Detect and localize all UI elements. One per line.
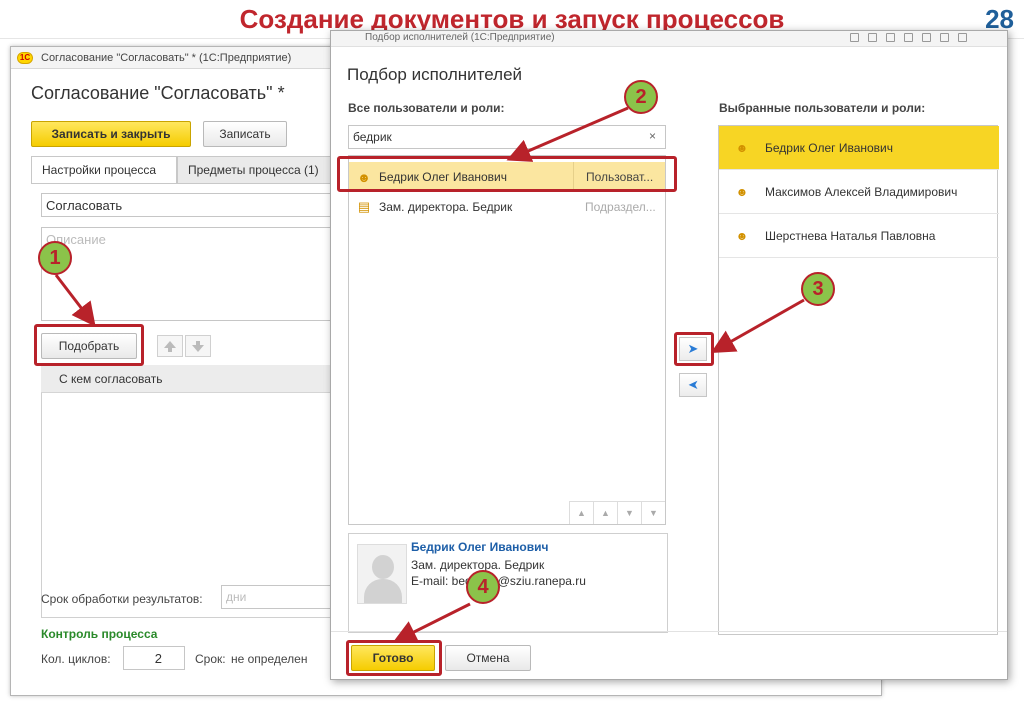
list-scroll-controls: ▲ ▲ ▼ ▼ [569,501,665,524]
dialog-caption: Подбор исполнителей (1С:Предприятие) [331,31,1007,47]
list-item-name: Бедрик Олег Иванович [379,170,508,184]
move-down-button[interactable] [185,335,211,357]
list-item[interactable]: ☻ Максимов Алексей Владимирович [719,170,999,214]
control-section-title: Контроль процесса [41,627,158,641]
list-item[interactable]: ☻ Шерстнева Наталья Павловна [719,214,999,258]
process-name-field[interactable]: Согласовать [41,193,331,217]
step-marker-3: 3 [801,272,835,306]
scroll-up-icon[interactable]: ▲ [593,502,617,524]
scroll-down-icon[interactable]: ▼ [617,502,641,524]
list-item-name: Зам. директора. Бедрик [379,200,513,214]
deadline-field[interactable]: дни [221,585,331,609]
list-item[interactable]: ☻ Бедрик Олег Иванович [719,126,999,170]
list-item-type: Подраздел... [585,200,656,214]
approvers-table-header[interactable]: С кем согласовать [41,365,331,393]
close-icon[interactable] [958,33,967,42]
maximize-icon[interactable] [940,33,949,42]
cancel-button[interactable]: Отмена [445,645,531,671]
tab-process-subjects[interactable]: Предметы процесса (1) [177,156,331,184]
arrow-up-icon [164,341,176,352]
scroll-top-icon[interactable]: ▲ [569,502,593,524]
arrow-down-icon [192,341,204,352]
all-users-list[interactable]: ☻ Бедрик Олег Иванович Пользоват... ▤ За… [348,155,666,525]
folder-icon: ▤ [357,199,371,214]
all-users-label: Все пользователи и роли: [348,101,505,115]
step-marker-2: 2 [624,80,658,114]
caption-buttons [850,33,967,42]
description-field[interactable]: Описание [41,227,331,321]
move-up-button[interactable] [157,335,183,357]
arrow-right-icon: ➤ [687,341,699,356]
dialog-footer-divider [331,631,1007,632]
save-and-close-button[interactable]: Записать и закрыть [31,121,191,147]
home-icon[interactable] [850,33,859,42]
pick-button[interactable]: Подобрать [41,333,137,359]
user-icon: ☻ [735,140,749,155]
selected-users-list[interactable]: ☻ Бедрик Олег Иванович ☻ Максимов Алексе… [718,125,999,635]
cycles-field[interactable]: 2 [123,646,185,670]
list-item[interactable]: ☻ Бедрик Олег Иванович Пользоват... [349,162,665,192]
remove-selected-button[interactable]: ➤ [679,373,707,397]
main-window-caption-text: Согласование "Согласовать" * (1С:Предпри… [41,51,292,64]
save-button[interactable]: Записать [203,121,287,147]
user-icon: ☻ [357,169,371,185]
app-logo-icon: 1С [17,51,33,64]
cycles-label: Кол. циклов: [41,652,111,666]
selected-users-label: Выбранные пользователи и роли: [719,101,926,115]
term-label: Срок: [195,652,226,666]
pick-executors-dialog: Подбор исполнителей (1С:Предприятие) Под… [330,30,1008,680]
card-user-name[interactable]: Бедрик Олег Иванович [411,540,548,554]
arrow-left-icon: ➤ [687,377,699,392]
term-value: не определен [231,652,308,666]
done-button[interactable]: Готово [351,645,435,671]
dialog-title: Подбор исполнителей [347,65,523,84]
link-icon[interactable] [904,33,913,42]
form-title: Согласование "Согласовать" * [31,83,285,103]
user-card: Бедрик Олег Иванович Зам. директора. Бед… [348,533,668,633]
scroll-bottom-icon[interactable]: ▼ [641,502,665,524]
clear-search-icon[interactable]: × [649,129,656,143]
search-input[interactable]: бедрик [348,125,666,149]
tab-process-settings[interactable]: Настройки процесса [31,156,177,184]
selected-item-name: Максимов Алексей Владимирович [765,184,958,199]
user-icon: ☻ [735,228,749,243]
avatar [357,544,407,604]
step-marker-4: 4 [466,570,500,604]
tab-divider [31,183,331,184]
user-icon: ☻ [735,184,749,199]
deadline-label: Срок обработки результатов: [41,592,203,606]
add-selected-button[interactable]: ➤ [679,337,707,361]
step-marker-1: 1 [38,241,72,275]
history-icon[interactable] [868,33,877,42]
list-item-type: Пользоват... [573,162,653,192]
list-item[interactable]: ▤ Зам. директора. Бедрик Подраздел... [349,192,665,222]
dialog-caption-text: Подбор исполнителей (1С:Предприятие) [365,32,555,43]
selected-item-name: Бедрик Олег Иванович [765,140,894,155]
minimize-icon[interactable] [922,33,931,42]
favorite-icon[interactable] [886,33,895,42]
selected-item-name: Шерстнева Наталья Павловна [765,228,936,243]
